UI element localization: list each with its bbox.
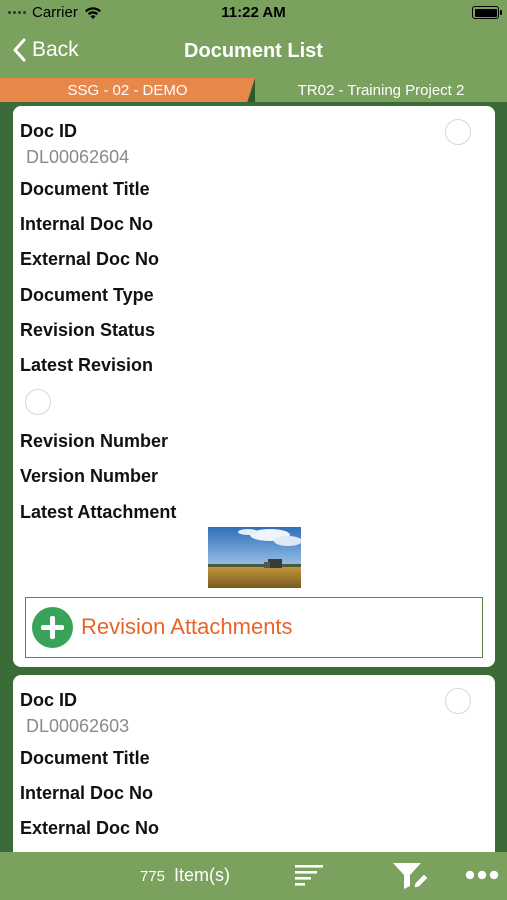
item-count: 775 Item(s)	[140, 865, 230, 886]
latest-revision-radio[interactable]	[25, 389, 51, 415]
latest-revision-label: Latest Revision	[20, 355, 154, 375]
status-time: 11:22 AM	[221, 4, 286, 21]
revision-number-label: Revision Number	[20, 431, 169, 451]
revision-attachments-button[interactable]: Revision Attachments	[25, 597, 483, 658]
doc-id-label: Doc ID	[20, 121, 78, 141]
sort-icon[interactable]	[293, 861, 325, 891]
internal-doc-no-label: Internal Doc No	[20, 214, 154, 234]
document-list[interactable]: Doc ID DL00062604 Document Title Interna…	[0, 102, 507, 852]
nav-bar: Back Document List	[0, 26, 507, 78]
document-type-label: Document Type	[20, 285, 154, 305]
bottom-toolbar: 775 Item(s)	[0, 852, 507, 900]
document-title-label: Document Title	[20, 179, 150, 199]
external-doc-no-label: External Doc No	[20, 818, 160, 838]
doc-id-label: Doc ID	[20, 690, 78, 710]
tab-project-active[interactable]: SSG - 02 - DEMO	[0, 78, 255, 102]
document-title-label: Document Title	[20, 748, 150, 768]
doc-id-value: DL00062603	[26, 716, 130, 736]
plus-icon	[32, 607, 73, 648]
external-doc-no-label: External Doc No	[20, 249, 160, 269]
item-count-number: 775	[140, 868, 166, 885]
document-card[interactable]: Doc ID DL00062604 Document Title Interna…	[13, 106, 495, 667]
page-title: Document List	[184, 40, 323, 62]
filter-edit-icon[interactable]	[391, 860, 429, 892]
latest-attachment-label: Latest Attachment	[20, 502, 177, 522]
internal-doc-no-label: Internal Doc No	[20, 783, 154, 803]
status-bar: Carrier 11:22 AM	[0, 0, 507, 26]
tab-project-other[interactable]: TR02 - Training Project 2	[255, 78, 507, 102]
select-radio[interactable]	[445, 688, 471, 714]
revision-attachments-label: Revision Attachments	[81, 614, 293, 639]
project-selector: SSG - 02 - DEMO TR02 - Training Project …	[0, 78, 507, 102]
more-icon[interactable]	[465, 869, 499, 881]
doc-id-value: DL00062604	[26, 147, 130, 167]
battery-icon	[472, 6, 502, 19]
revision-status-label: Revision Status	[20, 320, 156, 340]
attachment-thumbnail[interactable]	[208, 527, 301, 588]
item-count-label: Item(s)	[174, 865, 231, 885]
select-radio[interactable]	[445, 119, 471, 145]
version-number-label: Version Number	[20, 466, 159, 486]
document-card[interactable]: Doc ID DL00062603 Document Title Interna…	[13, 675, 495, 852]
